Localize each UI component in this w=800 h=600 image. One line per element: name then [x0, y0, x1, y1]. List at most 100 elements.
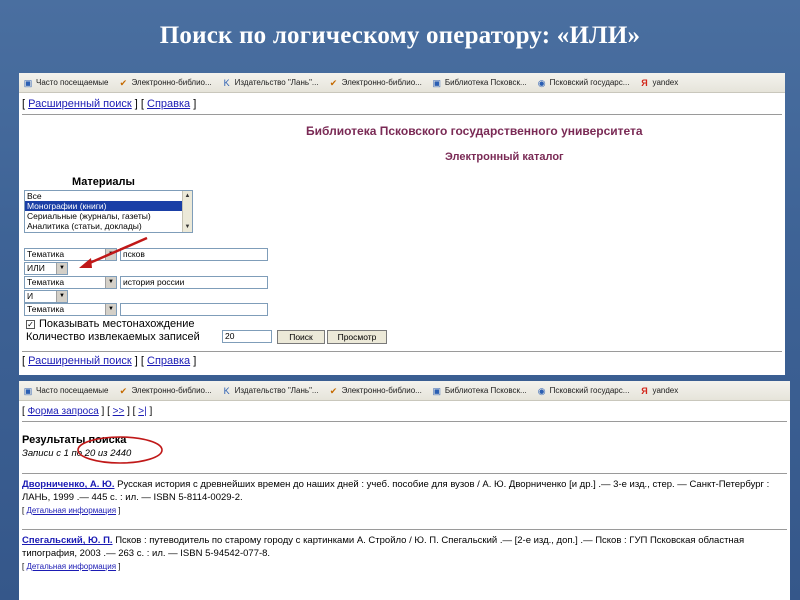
globe-icon: ◉: [537, 385, 546, 396]
detail-info-link[interactable]: Детальная информация: [26, 562, 116, 571]
bookmarks-bar: ▣ Часто посещаемые ✔ Электронно-библио... …: [19, 73, 785, 93]
browse-button[interactable]: Просмотр: [327, 330, 387, 344]
bookmark-item[interactable]: ▣ Библиотека Псковск...: [432, 386, 527, 396]
bookmarks-bar: ▣ Часто посещаемые ✔ Электронно-библио... …: [19, 381, 790, 401]
bookmark-item[interactable]: ✔ Электронно-библио...: [118, 77, 212, 88]
bookmark-label: Электронно-библио...: [341, 78, 422, 87]
materials-option-selected[interactable]: Монографии (книги): [25, 201, 192, 211]
scroll-up-icon[interactable]: ▲: [183, 191, 192, 201]
slide-title: Поиск по логическому оператору: «ИЛИ»: [159, 22, 641, 49]
check-icon: ✔: [329, 77, 338, 88]
k-icon: K: [223, 77, 230, 88]
bookmark-item[interactable]: K Издательство "Лань"...: [222, 78, 319, 88]
bookmark-label: yandex: [652, 386, 679, 395]
show-location-label: Показывать местонахождение: [39, 318, 195, 330]
bookmark-item[interactable]: ◉ Псковский государс...: [537, 78, 630, 88]
bookmark-label: Библиотека Псковск...: [444, 78, 527, 87]
bookmark-label: Псковский государс...: [549, 78, 630, 87]
bookmark-item[interactable]: ✔ Электронно-библио...: [329, 78, 422, 88]
records-count-input[interactable]: 20: [222, 330, 272, 343]
field-select-value: Тематика: [27, 277, 65, 287]
materials-option[interactable]: Все: [25, 191, 192, 201]
help-link[interactable]: Справка: [147, 355, 190, 367]
bookmark-item[interactable]: ✔ Электронно-библио...: [329, 386, 422, 396]
page-icon: ▣: [432, 385, 442, 396]
record-detail-row: [ Детальная информация ]: [22, 562, 121, 571]
bookmark-item[interactable]: K Издательство "Лань"...: [222, 386, 319, 396]
advanced-search-link[interactable]: Расширенный поиск: [28, 355, 132, 367]
record-detail-row: [ Детальная информация ]: [22, 506, 121, 515]
query-form-link[interactable]: Форма запроса: [28, 406, 99, 417]
operator-select-value: ИЛИ: [27, 263, 45, 273]
scroll-down-icon[interactable]: ▼: [183, 222, 192, 232]
search-term-input[interactable]: история россии: [120, 276, 268, 289]
bookmark-item[interactable]: ▣ Часто посещаемые: [23, 77, 109, 88]
catalog-title: Электронный каталог: [445, 151, 564, 163]
bookmark-label: Издательство "Лань"...: [234, 386, 319, 395]
field-select-value: Тематика: [27, 304, 65, 314]
record-description: Русская история с древнейших времен до н…: [22, 479, 770, 503]
bookmark-label: Издательство "Лань"...: [234, 78, 319, 87]
chevron-down-icon: ▼: [105, 304, 116, 315]
yandex-icon: Я: [641, 77, 648, 88]
bookmark-label: Часто посещаемые: [36, 78, 109, 87]
records-count-label: Количество извлекаемых записей: [26, 331, 200, 343]
operator-select[interactable]: И ▼: [24, 290, 68, 303]
bookmark-label: Библиотека Псковск...: [444, 386, 527, 395]
field-select[interactable]: Тематика ▼: [24, 276, 117, 289]
result-record: Дворниченко, А. Ю. Русская история с дре…: [19, 474, 790, 504]
results-nav: [ Форма запроса ] [ >> ] [ >| ]: [22, 406, 153, 417]
page-icon: ▣: [23, 77, 33, 88]
search-button[interactable]: Поиск: [277, 330, 325, 344]
next-page-link[interactable]: >>: [113, 406, 125, 417]
operator-select-value: И: [27, 291, 34, 301]
materials-listbox[interactable]: Все Монографии (книги) Сериальные (журна…: [24, 190, 193, 233]
materials-option[interactable]: Сериальные (журналы, газеты): [25, 211, 192, 221]
advanced-search-link[interactable]: Расширенный поиск: [28, 98, 132, 110]
show-location-checkbox[interactable]: ✓: [26, 319, 35, 329]
materials-label: Материалы: [72, 176, 135, 188]
bottom-links: [ Расширенный поиск ] [ Справка ]: [22, 355, 197, 367]
bookmark-label: Псковский государс...: [549, 386, 630, 395]
record-description: Псков : путеводитель по старому городу с…: [22, 535, 745, 559]
record-author-link[interactable]: Дворниченко, А. Ю.: [22, 479, 115, 490]
chevron-down-icon: ▼: [56, 263, 67, 274]
check-icon: ✔: [119, 77, 128, 88]
detail-info-link[interactable]: Детальная информация: [26, 506, 116, 515]
bookmark-item[interactable]: Яyandex: [639, 386, 678, 396]
last-page-link[interactable]: >|: [138, 406, 146, 417]
operator-select[interactable]: ИЛИ ▼: [24, 262, 68, 275]
bookmark-label: Электронно-библио...: [341, 386, 422, 395]
help-link[interactable]: Справка: [147, 98, 190, 110]
materials-option[interactable]: Аналитика (статьи, доклады): [25, 221, 192, 231]
library-title: Библиотека Псковского государственного у…: [306, 124, 643, 138]
results-screenshot: ▣ Часто посещаемые ✔ Электронно-библио... …: [19, 381, 790, 600]
show-location-row: ✓ Показывать местонахождение: [26, 318, 194, 330]
globe-icon: ◉: [537, 77, 546, 88]
search-form-screenshot: ▣ Часто посещаемые ✔ Электронно-библио... …: [19, 73, 785, 375]
page-icon: ▣: [23, 385, 33, 396]
bookmark-label: Электронно-библио...: [131, 386, 212, 395]
record-author-link[interactable]: Спегальский, Ю. П.: [22, 535, 113, 546]
bookmark-label: Электронно-библио...: [131, 78, 212, 87]
divider: [22, 114, 782, 115]
field-select-value: Тематика: [27, 249, 65, 259]
chevron-down-icon: ▼: [56, 291, 67, 302]
bookmark-item[interactable]: ◉ Псковский государс...: [537, 386, 630, 396]
search-term-input[interactable]: псков: [120, 248, 268, 261]
bookmark-item[interactable]: Яyandex: [639, 78, 678, 88]
bookmark-item[interactable]: ▣ Библиотека Псковск...: [432, 78, 527, 88]
annotation-ellipse: [77, 436, 163, 464]
chevron-down-icon: ▼: [105, 277, 116, 288]
field-select[interactable]: Тематика ▼: [24, 248, 117, 261]
k-icon: K: [223, 385, 230, 396]
listbox-scrollbar[interactable]: ▲ ▼: [182, 191, 192, 232]
bookmark-item[interactable]: ▣ Часто посещаемые: [23, 385, 109, 396]
field-select[interactable]: Тематика ▼: [24, 303, 117, 316]
top-links: [ Расширенный поиск ] [ Справка ]: [22, 98, 197, 110]
check-icon: ✔: [119, 385, 128, 396]
search-term-input[interactable]: [120, 303, 268, 316]
result-record: Спегальский, Ю. П. Псков : путеводитель …: [19, 530, 790, 560]
bookmark-item[interactable]: ✔ Электронно-библио...: [118, 385, 212, 396]
check-icon: ✔: [329, 385, 338, 396]
